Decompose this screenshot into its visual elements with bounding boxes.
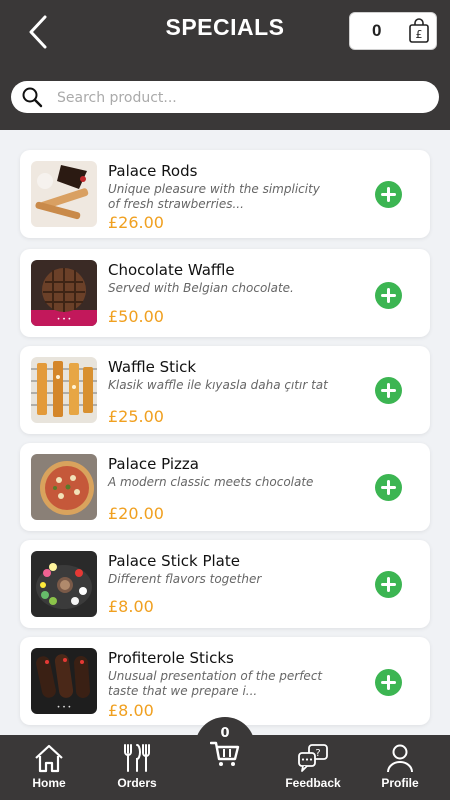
search-input[interactable]: [55, 85, 419, 111]
svg-text:• • •: • • •: [57, 704, 71, 711]
product-description: Unusual presentation of the perfect tast…: [108, 669, 323, 698]
nav-profile-label: Profile: [381, 776, 419, 790]
product-description: Served with Belgian chocolate.: [108, 281, 294, 295]
svg-text:?: ?: [315, 748, 320, 759]
product-price: £25.00: [108, 407, 164, 426]
product-image: [31, 161, 97, 227]
product-name: Palace Rods: [108, 162, 198, 180]
profile-icon: [387, 744, 413, 773]
product-card[interactable]: • • • Chocolate Waffle Served with Belgi…: [20, 249, 430, 337]
add-to-cart-button[interactable]: [375, 571, 402, 598]
add-to-cart-button[interactable]: [375, 669, 402, 696]
product-price: £8.00: [108, 597, 154, 616]
product-name: Waffle Stick: [108, 358, 197, 376]
cart-icon: [210, 741, 240, 766]
product-price: £26.00: [108, 213, 164, 232]
feedback-icon: ?: [298, 744, 328, 772]
product-name: Profiterole Sticks: [108, 649, 234, 667]
cart-button[interactable]: 0: [195, 717, 255, 777]
nav-feedback-label: Feedback: [285, 776, 341, 790]
product-name: Chocolate Waffle: [108, 261, 235, 279]
search-icon: [22, 87, 43, 108]
product-description: Different flavors together: [108, 572, 262, 586]
cart-badge-count: 0: [220, 726, 230, 741]
product-image: • • •: [31, 260, 97, 326]
product-price: £8.00: [108, 701, 154, 720]
product-card[interactable]: • • • Profiterole Sticks Unusual present…: [20, 637, 430, 725]
product-image: [31, 454, 97, 520]
nav-feedback[interactable]: ? Feedback: [280, 735, 346, 800]
product-card[interactable]: Waffle Stick Klasik waffle ile kıyasla d…: [20, 346, 430, 434]
nav-home-label: Home: [32, 776, 66, 790]
search-bar: [11, 81, 439, 113]
product-price: £50.00: [108, 307, 164, 326]
product-description: A modern classic meets chocolate: [108, 475, 314, 489]
nav-orders[interactable]: Orders: [110, 735, 164, 800]
product-image: [31, 357, 97, 423]
product-image: • • •: [31, 648, 97, 714]
nav-home[interactable]: Home: [24, 735, 74, 800]
product-card[interactable]: Palace Pizza A modern classic meets choc…: [20, 443, 430, 531]
add-to-cart-button[interactable]: [375, 282, 402, 309]
add-to-cart-button[interactable]: [375, 181, 402, 208]
svg-text:• • •: • • •: [57, 316, 71, 323]
product-image: [31, 551, 97, 617]
product-card[interactable]: Palace Rods Unique pleasure with the sim…: [20, 150, 430, 238]
cart-count: 0: [372, 21, 382, 40]
add-to-cart-button[interactable]: [375, 377, 402, 404]
nav-orders-label: Orders: [117, 776, 157, 790]
home-icon: [35, 744, 63, 773]
nav-profile[interactable]: Profile: [376, 735, 424, 800]
product-price: £20.00: [108, 504, 164, 523]
add-to-cart-button[interactable]: [375, 474, 402, 501]
product-name: Palace Stick Plate: [108, 552, 240, 570]
product-card[interactable]: Palace Stick Plate Different flavors tog…: [20, 540, 430, 628]
cart-total-button[interactable]: 0 £: [349, 12, 437, 50]
svg-text:£: £: [416, 28, 423, 41]
product-name: Palace Pizza: [108, 455, 199, 473]
pound-bag-icon: £: [409, 18, 429, 43]
product-description: Klasik waffle ile kıyasla daha çıtır tat: [108, 378, 328, 392]
header: SPECIALS 0 £: [0, 0, 450, 130]
product-description: Unique pleasure with the simplicity of f…: [108, 182, 320, 211]
cutlery-icon: [124, 744, 150, 772]
